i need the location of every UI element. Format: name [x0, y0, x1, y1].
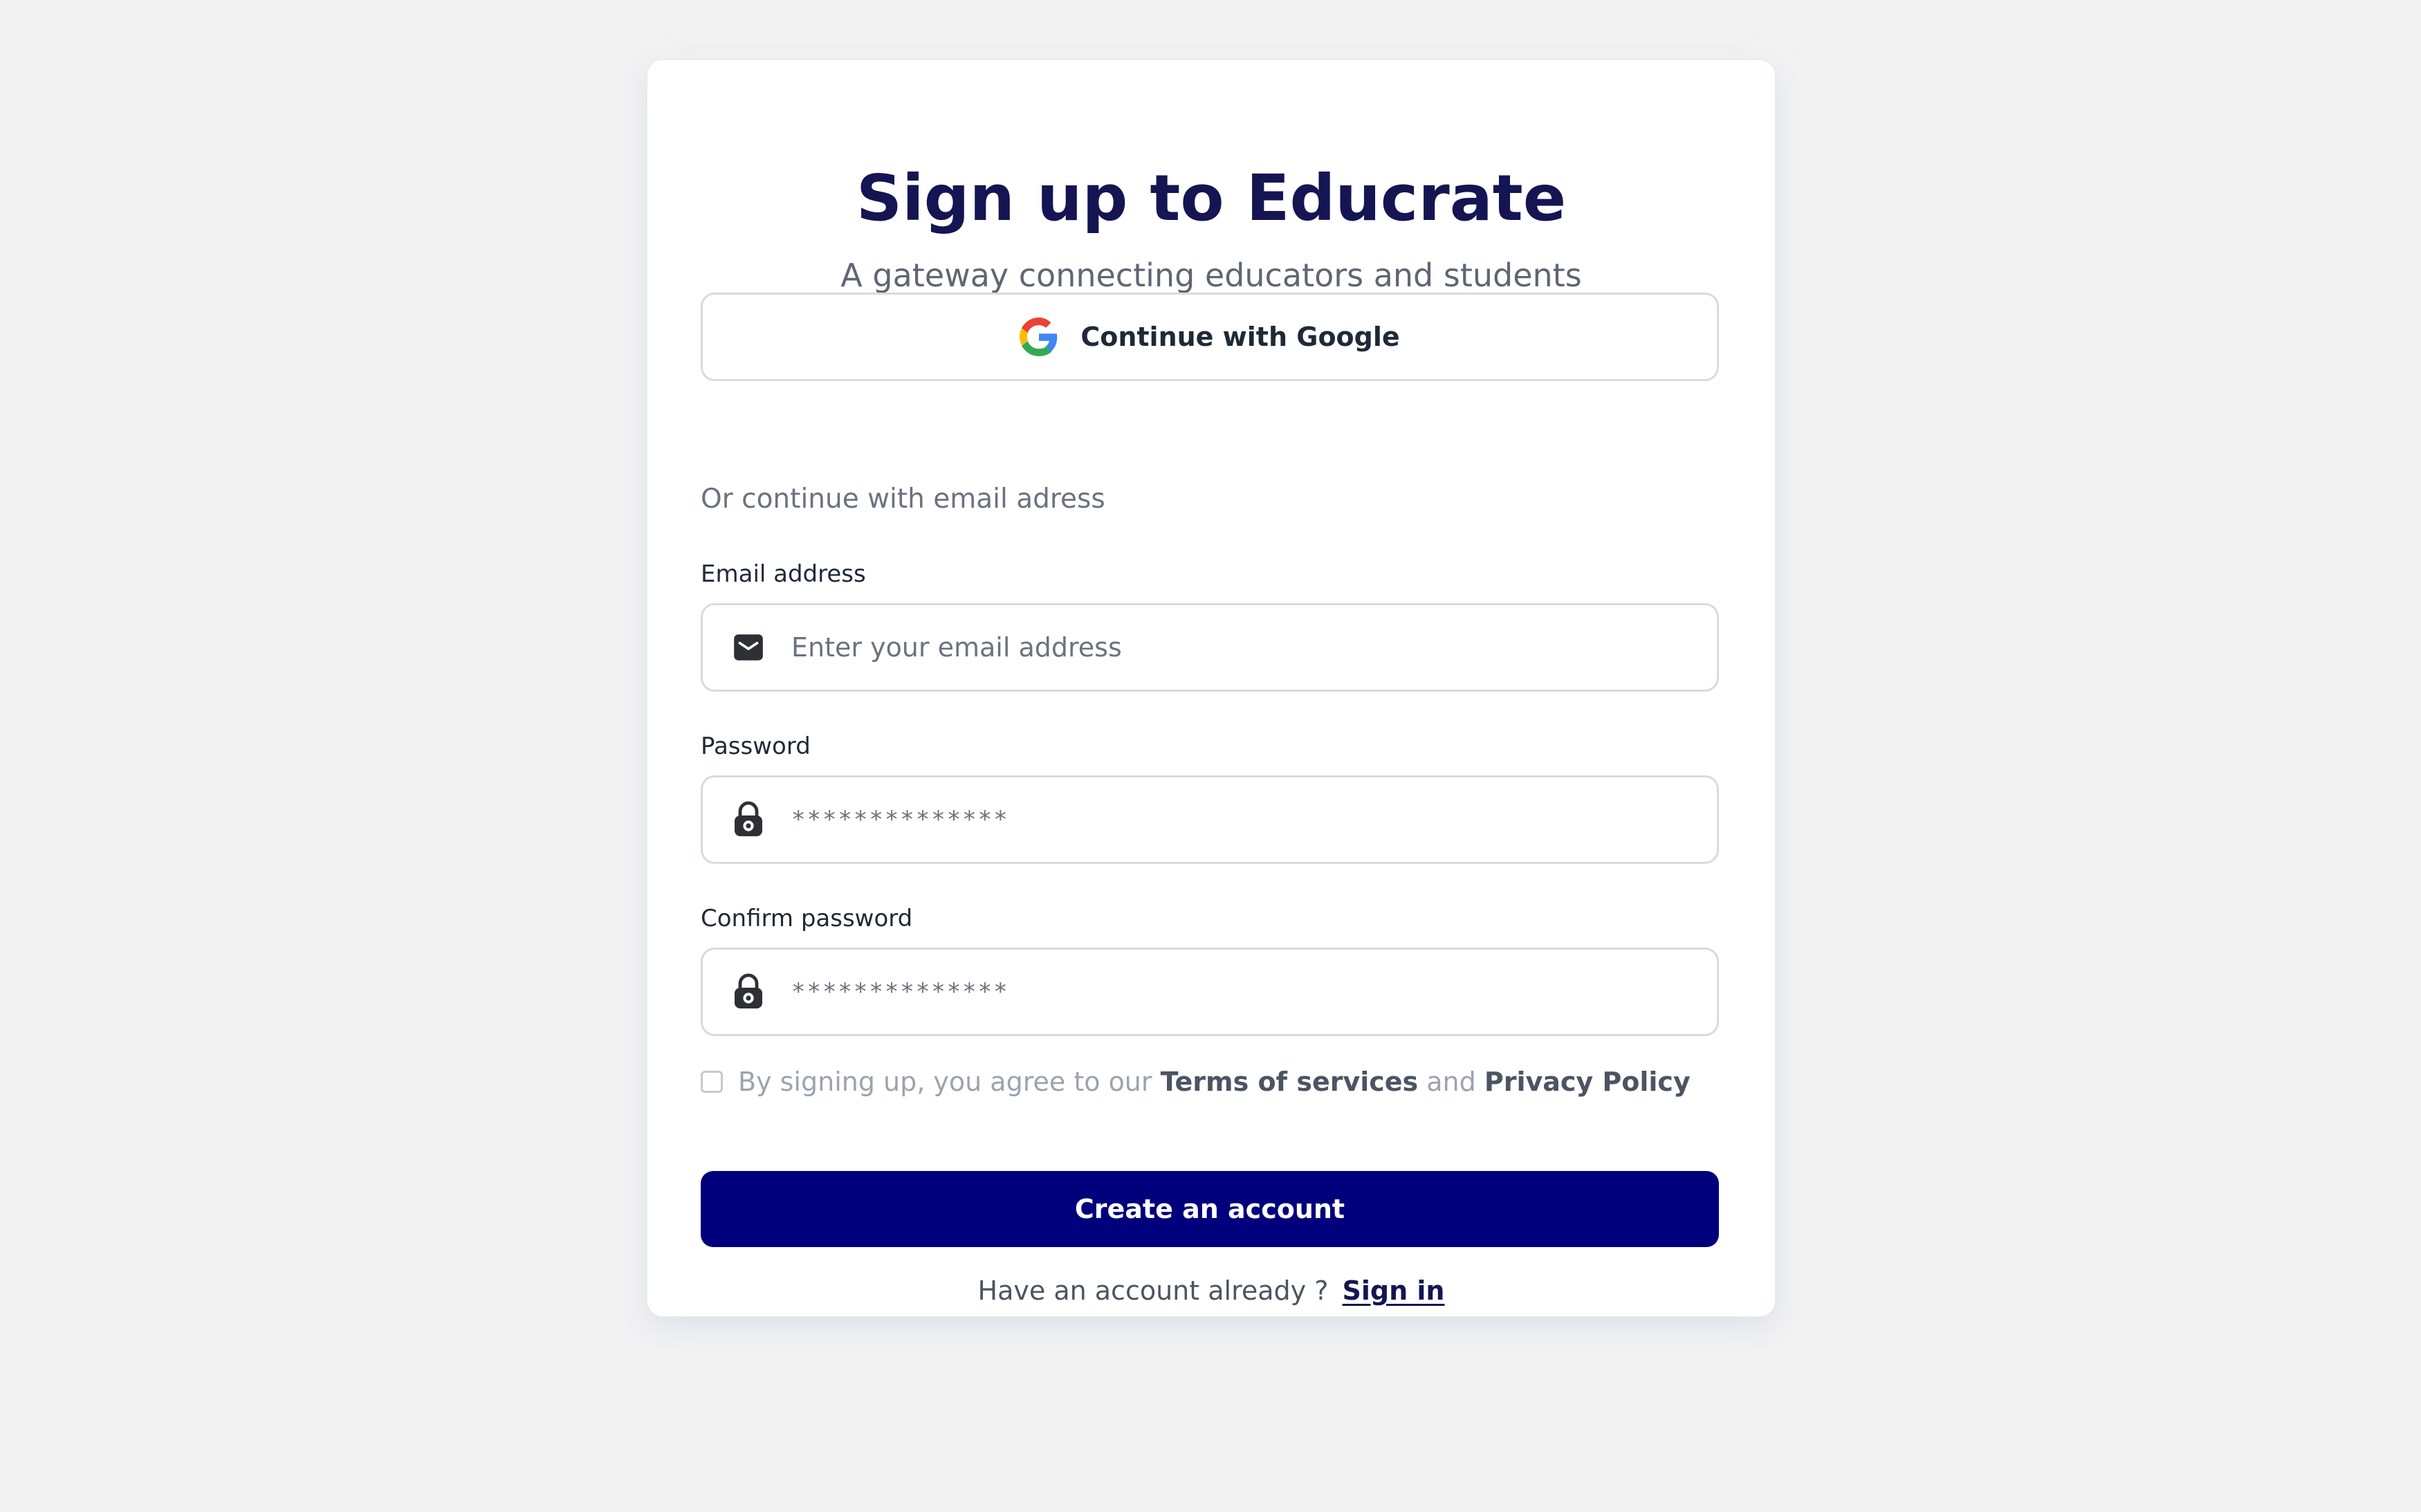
- mail-icon: [730, 629, 766, 665]
- confirm-password-field[interactable]: **************: [701, 948, 1719, 1036]
- confirm-password-input[interactable]: **************: [791, 978, 1009, 1006]
- lock-icon: [730, 973, 766, 1010]
- terms-middle: and: [1426, 1067, 1476, 1097]
- create-account-button[interactable]: Create an account: [701, 1171, 1719, 1247]
- email-field[interactable]: [701, 603, 1719, 692]
- email-input[interactable]: [791, 632, 1656, 663]
- google-icon: [1020, 317, 1058, 356]
- signup-card: Sign up to Educrate A gateway connecting…: [647, 60, 1775, 1316]
- sign-in-link[interactable]: Sign in: [1343, 1275, 1445, 1306]
- terms-agreement: By signing up, you agree to our Terms of…: [701, 1063, 1691, 1100]
- password-label: Password: [701, 732, 811, 760]
- signin-prompt: Have an account already ? Sign in: [647, 1271, 1775, 1310]
- terms-prefix: By signing up, you agree to our: [738, 1067, 1152, 1097]
- confirm-password-label: Confirm password: [701, 905, 913, 932]
- signup-page: Sign up to Educrate A gateway connecting…: [0, 0, 2421, 1512]
- terms-of-services-link[interactable]: Terms of services: [1161, 1067, 1419, 1097]
- email-label: Email address: [701, 560, 866, 588]
- password-input[interactable]: **************: [791, 806, 1009, 833]
- password-field[interactable]: **************: [701, 775, 1719, 864]
- terms-text: By signing up, you agree to our Terms of…: [738, 1063, 1691, 1100]
- terms-checkbox[interactable]: [701, 1071, 723, 1093]
- page-subtitle: A gateway connecting educators and stude…: [840, 257, 1582, 294]
- continue-with-google-button[interactable]: Continue with Google: [701, 293, 1719, 381]
- email-divider-text: Or continue with email adress: [701, 483, 1105, 515]
- lock-icon: [730, 801, 766, 838]
- continue-with-google-label: Continue with Google: [1080, 322, 1400, 352]
- privacy-policy-link[interactable]: Privacy Policy: [1484, 1067, 1691, 1097]
- page-title: Sign up to Educrate: [856, 161, 1567, 235]
- have-account-text: Have an account already ?: [977, 1275, 1329, 1306]
